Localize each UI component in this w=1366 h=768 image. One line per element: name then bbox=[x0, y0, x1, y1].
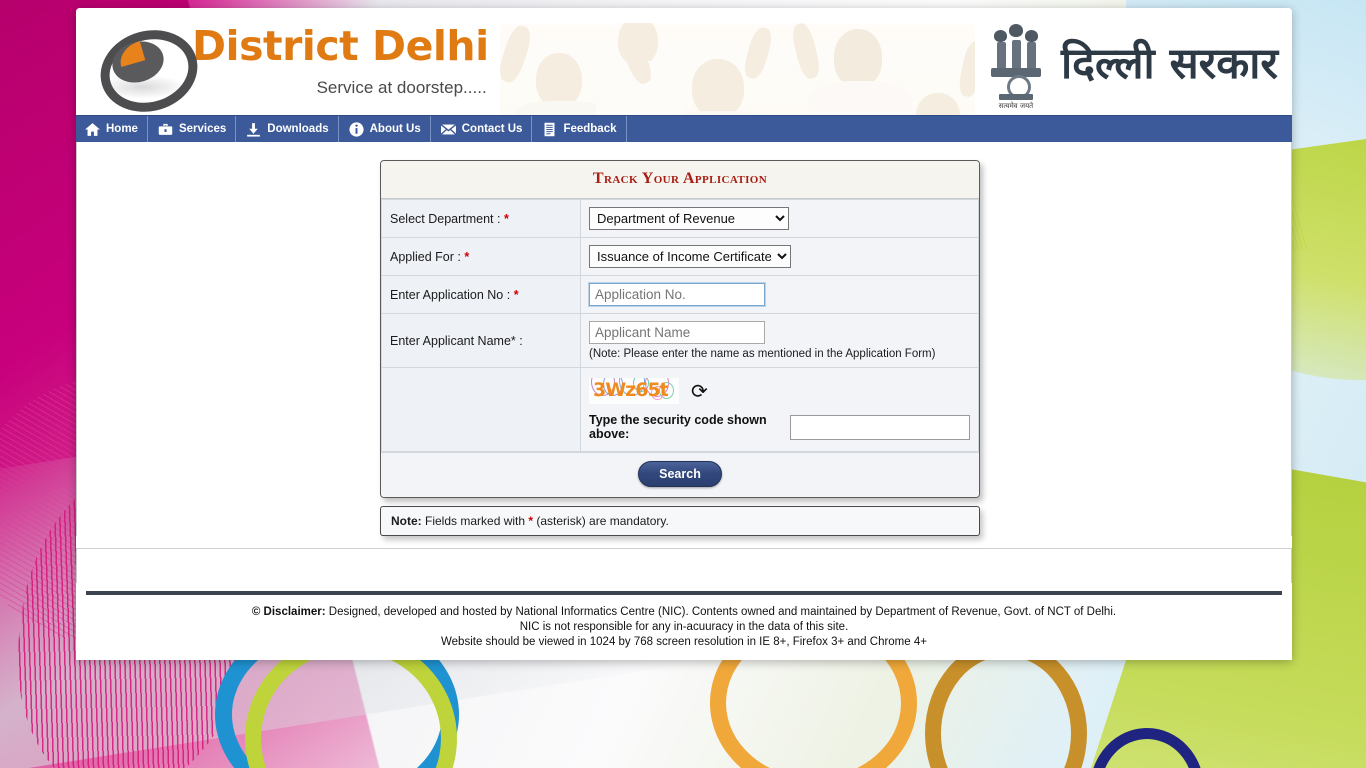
form-row-application-no: Enter Application No : * bbox=[381, 275, 979, 314]
nav-item-feedback[interactable]: Feedback bbox=[532, 116, 627, 142]
track-application-panel: Track Your Application Select Department… bbox=[380, 160, 980, 536]
envelope-icon bbox=[440, 121, 457, 138]
form-submit-row: Search bbox=[381, 452, 979, 497]
captcha-code-text: 3Wz65t bbox=[593, 379, 669, 401]
refresh-icon[interactable]: ⟳ bbox=[691, 381, 708, 401]
track-application-card: Track Your Application Select Department… bbox=[380, 160, 980, 498]
captcha-empty-label bbox=[381, 367, 581, 452]
mandatory-fields-note: Note: Fields marked with * (asterisk) ar… bbox=[380, 506, 980, 536]
required-asterisk-applied-for: * bbox=[464, 249, 470, 264]
footer-line-2: NIC is not responsible for any in-acuura… bbox=[519, 621, 849, 633]
form-row-department: Select Department : * Department of Reve… bbox=[381, 199, 979, 238]
government-emblem-block: सत्यमेव जयते दिल्ली सरकार bbox=[974, 14, 1278, 114]
document-icon bbox=[541, 121, 558, 138]
applicant-name-input[interactable] bbox=[589, 321, 765, 344]
footer-divider bbox=[86, 591, 1282, 595]
page-title: Track Your Application bbox=[381, 161, 979, 199]
track-application-form: Select Department : * Department of Reve… bbox=[381, 199, 979, 452]
nav-item-home[interactable]: Home bbox=[76, 116, 148, 142]
label-applied-for: Applied For : * bbox=[381, 237, 581, 276]
required-asterisk-department: * bbox=[503, 211, 509, 226]
footer-line-3: Website should be viewed in 1024 by 768 … bbox=[441, 636, 927, 648]
search-button[interactable]: Search bbox=[638, 461, 722, 487]
emblem-motto: सत्यमेव जयते bbox=[998, 102, 1034, 110]
header-banner-photo bbox=[496, 23, 992, 115]
site-footer: © Disclaimer: Designed, developed and ho… bbox=[76, 591, 1292, 660]
site-header: District Delhi Service at doorstep..... … bbox=[76, 8, 1292, 115]
form-row-applicant-name: Enter Applicant Name* : (Note: Please en… bbox=[381, 313, 979, 368]
download-icon bbox=[245, 121, 262, 138]
home-icon bbox=[84, 121, 101, 138]
label-select-department: Select Department : * bbox=[381, 199, 581, 238]
main-content: Track Your Application Select Department… bbox=[76, 142, 1292, 536]
applicant-name-hint: (Note: Please enter the name as mentione… bbox=[589, 348, 936, 360]
form-row-captcha: 3Wz65t ⟳ Type the security code shown ab… bbox=[381, 367, 979, 452]
form-row-applied-for: Applied For : * Issuance of Income Certi… bbox=[381, 237, 979, 276]
main-navigation: Home Services Downloads About Us Contact… bbox=[76, 115, 1292, 142]
mandatory-note-prefix: Note: bbox=[391, 514, 422, 528]
nav-item-contact-us[interactable]: Contact Us bbox=[431, 116, 533, 142]
label-select-department-text: Select Department : bbox=[390, 211, 504, 226]
edistrict-e-icon bbox=[90, 18, 208, 115]
site-logo-tagline: Service at doorstep..... bbox=[316, 77, 487, 97]
info-icon bbox=[348, 121, 365, 138]
footer-disclaimer-label: © Disclaimer: bbox=[251, 606, 326, 618]
nav-label-contact-us: Contact Us bbox=[461, 123, 523, 135]
label-application-no: Enter Application No : * bbox=[381, 275, 581, 314]
label-applied-for-text: Applied For : bbox=[390, 249, 465, 264]
ashoka-lion-capital-icon: सत्यमेव जयते bbox=[985, 18, 1047, 110]
nav-label-feedback: Feedback bbox=[563, 123, 617, 135]
captcha-prompt-label: Type the security code shown above: bbox=[589, 413, 767, 441]
captcha-image: 3Wz65t bbox=[589, 378, 679, 404]
nav-label-downloads: Downloads bbox=[267, 123, 329, 135]
department-select[interactable]: Department of Revenue bbox=[589, 207, 789, 230]
site-logo[interactable]: District Delhi Service at doorstep..... bbox=[90, 8, 500, 115]
footer-line-1: © Disclaimer: Designed, developed and ho… bbox=[76, 605, 1292, 620]
application-no-input[interactable] bbox=[588, 282, 766, 307]
captcha-input[interactable] bbox=[790, 414, 970, 440]
nav-label-services: Services bbox=[178, 123, 227, 135]
nav-label-about-us: About Us bbox=[369, 123, 421, 135]
nav-item-downloads[interactable]: Downloads bbox=[236, 116, 339, 142]
emblem-title: दिल्ली सरकार bbox=[1060, 38, 1278, 89]
site-page-container: District Delhi Service at doorstep..... … bbox=[76, 8, 1292, 660]
nav-item-about-us[interactable]: About Us bbox=[339, 116, 431, 142]
label-application-no-text: Enter Application No : bbox=[390, 287, 514, 302]
footer-disclaimer-text: Designed, developed and hosted by Nation… bbox=[325, 606, 1117, 618]
label-applicant-name: Enter Applicant Name* : bbox=[381, 313, 581, 368]
site-logo-title: District Delhi bbox=[192, 21, 489, 70]
content-bottom-spacer bbox=[76, 548, 1292, 583]
mandatory-note-text-after: (asterisk) are mandatory. bbox=[533, 514, 669, 528]
required-asterisk-application-no: * bbox=[513, 287, 519, 302]
nav-label-home: Home bbox=[106, 123, 138, 135]
mandatory-note-text-before: Fields marked with bbox=[421, 514, 529, 528]
nav-item-services[interactable]: Services bbox=[148, 116, 237, 142]
briefcase-icon bbox=[157, 121, 174, 138]
applied-for-select[interactable]: Issuance of Income Certificate bbox=[589, 245, 791, 268]
